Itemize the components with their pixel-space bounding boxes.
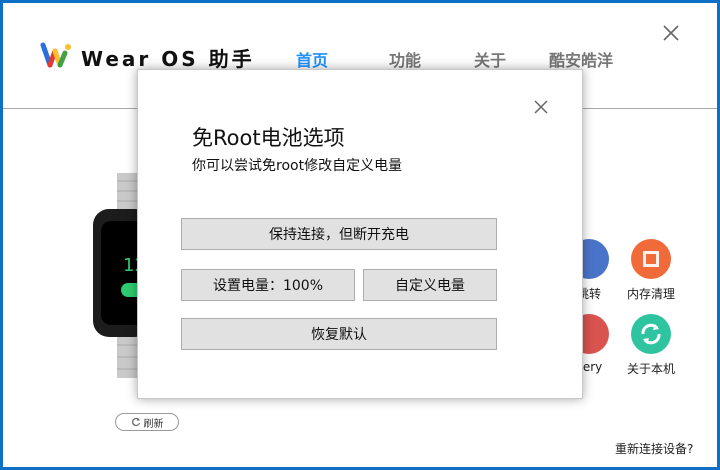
- wear-os-logo-icon: [40, 42, 71, 68]
- custom-battery-level-button[interactable]: 自定义电量: [363, 269, 497, 301]
- window-close-icon[interactable]: [661, 23, 681, 43]
- set-battery-level-button[interactable]: 设置电量：100%: [181, 269, 355, 301]
- battery-options-dialog: 免Root电池选项 你可以尝试免root修改自定义电量 保持连接，但断开充电 设…: [137, 69, 583, 399]
- refresh-icon: [131, 417, 140, 427]
- feature-about-device[interactable]: 关于本机: [615, 314, 687, 377]
- reconnect-device-link[interactable]: 重新连接设备?: [615, 440, 693, 457]
- dialog-subtitle: 你可以尝试免root修改自定义电量: [192, 158, 403, 174]
- main-window: Wear OS 助手 首页 功能 关于 酷安皓洋 12 跳转 内存清理 very…: [3, 3, 717, 467]
- app-title: Wear OS 助手: [81, 47, 255, 71]
- refresh-button[interactable]: 刷新: [115, 413, 179, 431]
- tab-author[interactable]: 酷安皓洋: [549, 47, 613, 71]
- chip-icon: [631, 239, 671, 279]
- tab-features[interactable]: 功能: [389, 47, 421, 71]
- restore-default-button[interactable]: 恢复默认: [181, 318, 497, 350]
- feature-memory-clean[interactable]: 内存清理: [615, 239, 687, 302]
- refresh-arrows-icon: [631, 314, 671, 354]
- keep-connected-stop-charging-button[interactable]: 保持连接，但断开充电: [181, 218, 497, 250]
- tab-about[interactable]: 关于: [474, 47, 506, 71]
- tab-home[interactable]: 首页: [296, 47, 328, 71]
- refresh-label: 刷新: [143, 418, 164, 430]
- dialog-close-icon[interactable]: [532, 98, 550, 116]
- dialog-title: 免Root电池选项: [192, 126, 345, 150]
